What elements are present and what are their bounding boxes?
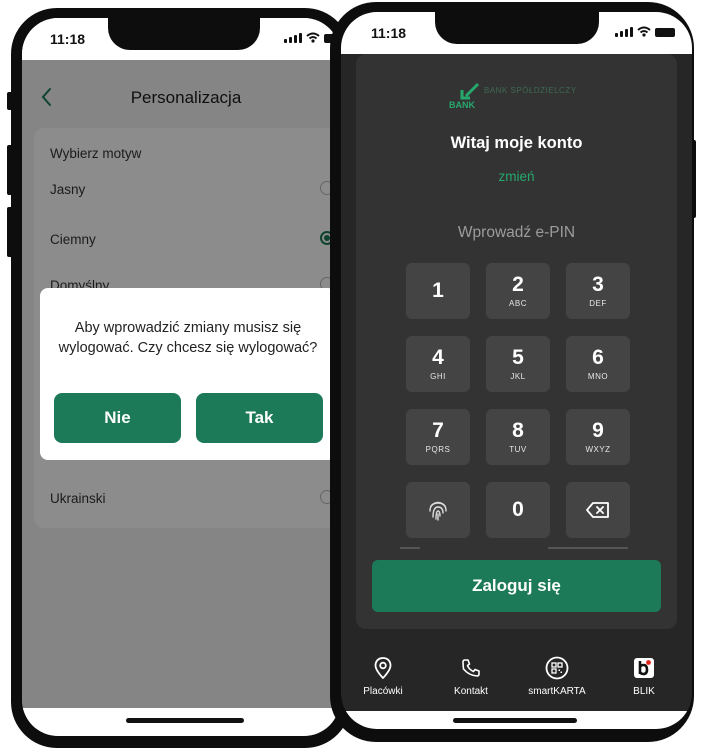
- phone-notch: [108, 18, 260, 50]
- home-indicator: [126, 718, 244, 723]
- qr-code-icon: [545, 656, 569, 680]
- blik-icon: [632, 656, 656, 680]
- logo-text: BANK SPÓŁDZIELCZY: [484, 86, 577, 95]
- key-7[interactable]: 7 PQRS: [406, 409, 470, 465]
- wifi-icon: [306, 32, 320, 43]
- login-button[interactable]: Zaloguj się: [372, 560, 661, 612]
- home-indicator-area: [22, 708, 340, 736]
- fingerprint-icon: [429, 501, 447, 521]
- status-time: 11:18: [371, 25, 407, 41]
- key-4[interactable]: 4 GHI: [406, 336, 470, 392]
- backspace-icon: [586, 502, 609, 518]
- phone-notch: [435, 12, 599, 44]
- nav-item-kontakt[interactable]: Kontakt: [431, 656, 511, 697]
- nav-label: Kontakt: [454, 686, 488, 697]
- location-pin-icon: [371, 656, 395, 680]
- key-digit: 5: [512, 346, 524, 369]
- key-digit: 4: [432, 346, 444, 369]
- change-account-link[interactable]: zmień: [356, 169, 677, 184]
- login-card: BANK BANK SPÓŁDZIELCZY Witaj moje konto …: [356, 54, 677, 629]
- logout-dialog: Aby wprowadzić zmiany musisz się wylogow…: [40, 288, 336, 460]
- backspace-key[interactable]: [566, 482, 630, 538]
- signal-icon: [284, 33, 302, 43]
- dialog-message: Aby wprowadzić zmiany musisz się wylogow…: [58, 320, 318, 356]
- status-time: 11:18: [50, 31, 86, 47]
- svg-text:BANK: BANK: [449, 100, 475, 110]
- key-digit: 9: [592, 419, 604, 442]
- logo-arrow-icon: BANK: [449, 82, 480, 110]
- nav-item-placowki[interactable]: Placówki: [343, 656, 423, 697]
- battery-icon: [655, 28, 675, 37]
- welcome-title: Witaj moje konto: [450, 134, 583, 152]
- key-3[interactable]: 3 DEF: [566, 263, 630, 319]
- key-digit: 8: [512, 419, 524, 442]
- key-digit: 6: [592, 346, 604, 369]
- signal-icon: [615, 27, 633, 37]
- fingerprint-key[interactable]: [406, 482, 470, 538]
- key-2[interactable]: 2 ABC: [486, 263, 550, 319]
- epin-label: Wprowadź e-PIN: [457, 224, 576, 241]
- home-indicator-area: [341, 711, 692, 729]
- nav-label: smartKARTA: [528, 686, 586, 697]
- no-button[interactable]: Nie: [54, 393, 181, 443]
- key-9[interactable]: 9 WXYZ: [566, 409, 630, 465]
- phone-icon: [459, 656, 483, 680]
- key-0[interactable]: 0: [486, 482, 550, 538]
- key-8[interactable]: 8 TUV: [486, 409, 550, 465]
- key-digit: 3: [592, 273, 604, 296]
- left-phone-screen: 11:18 Personalizacja Wybierz motyw Jasny…: [22, 18, 340, 736]
- right-phone-screen: 11:18 BANK BANK SPÓŁDZIELCZY Witaj moje …: [341, 12, 692, 729]
- divider: [548, 547, 628, 549]
- key-letters: JKL: [510, 372, 526, 381]
- key-digit: 1: [432, 279, 444, 302]
- key-5[interactable]: 5 JKL: [486, 336, 550, 392]
- key-letters: TUV: [509, 445, 527, 454]
- bank-logo: BANK BANK SPÓŁDZIELCZY: [448, 82, 588, 112]
- key-digit: 2: [512, 273, 524, 296]
- key-6[interactable]: 6 MNO: [566, 336, 630, 392]
- status-bar: 11:18: [22, 18, 340, 60]
- key-letters: GHI: [430, 372, 446, 381]
- key-letters: WXYZ: [585, 445, 611, 454]
- status-icons: [615, 26, 675, 37]
- key-letters: PQRS: [425, 445, 451, 454]
- nav-item-blik[interactable]: BLIK: [604, 656, 684, 697]
- status-bar: 11:18: [341, 12, 692, 54]
- bottom-navigation: Placówki Kontakt smartKARTA BLIK: [341, 642, 692, 712]
- key-digit: 7: [432, 419, 444, 442]
- wifi-icon: [637, 26, 651, 37]
- key-letters: ABC: [509, 299, 527, 308]
- nav-label: BLIK: [633, 686, 655, 697]
- key-1[interactable]: 1: [406, 263, 470, 319]
- nav-label: Placówki: [363, 686, 403, 697]
- key-digit: 0: [512, 498, 524, 521]
- home-indicator: [453, 718, 577, 723]
- key-letters: MNO: [587, 372, 609, 381]
- nav-item-smartkarta[interactable]: smartKARTA: [517, 656, 597, 697]
- divider: [400, 547, 420, 549]
- key-letters: DEF: [589, 299, 607, 308]
- yes-button[interactable]: Tak: [196, 393, 323, 443]
